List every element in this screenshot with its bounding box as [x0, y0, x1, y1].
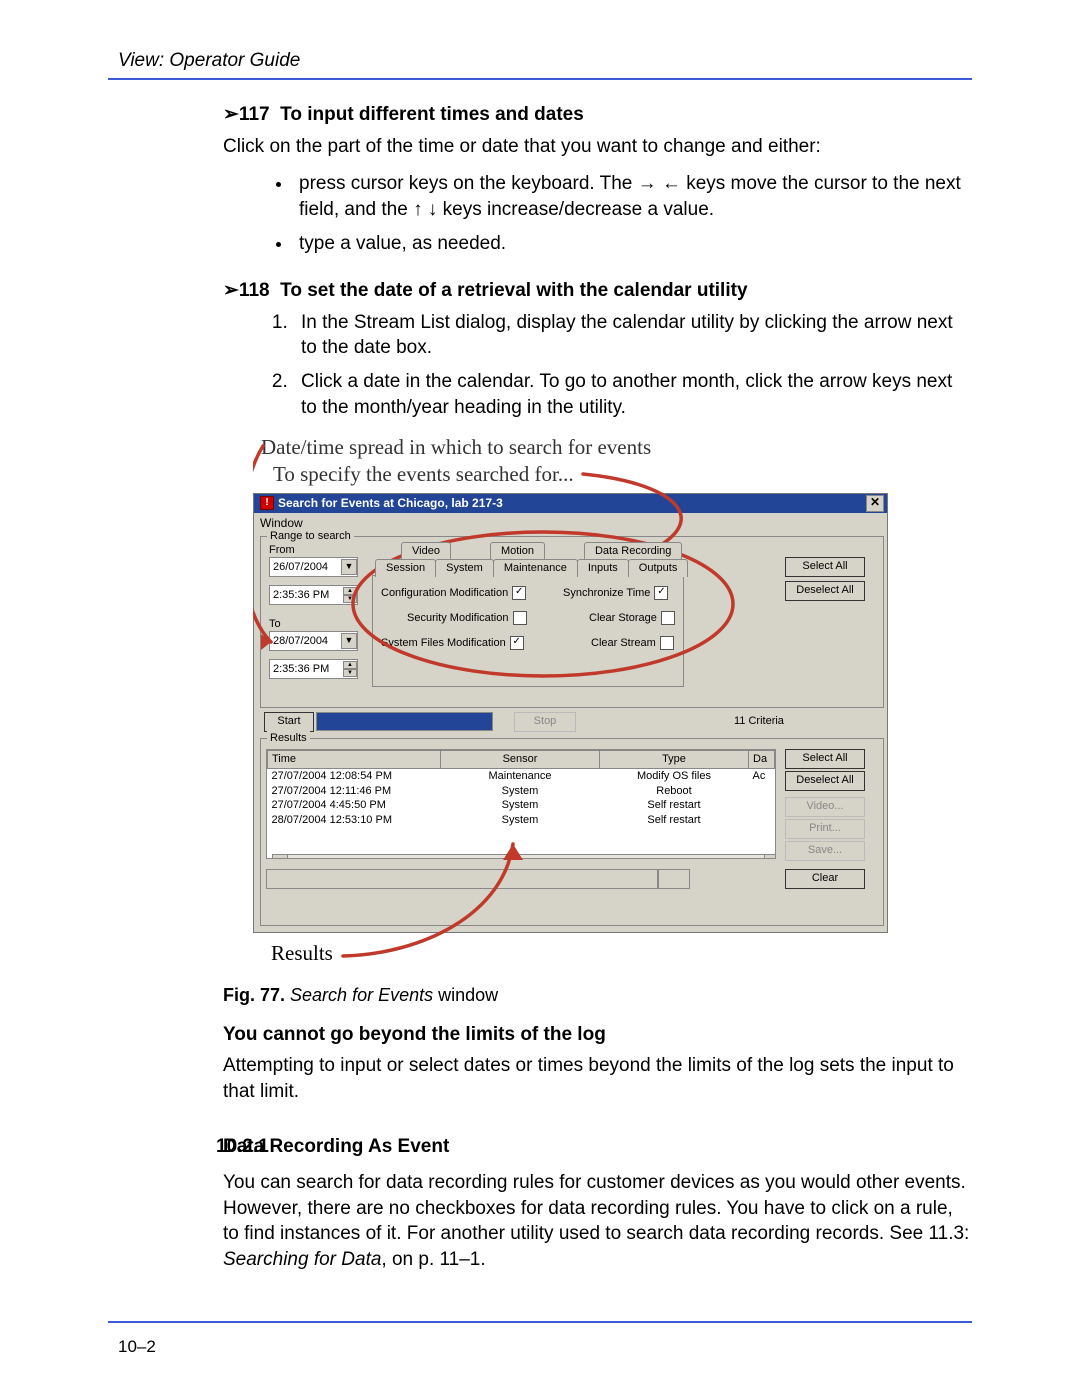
check-label: Clear Stream: [591, 636, 656, 651]
tab-session[interactable]: Session: [375, 559, 436, 577]
app-icon: !: [260, 496, 274, 510]
deselect-all-button[interactable]: Deselect All: [785, 581, 865, 601]
footer-rule: [108, 1321, 972, 1323]
section-number: 10.2.1: [216, 1134, 296, 1160]
header-rule: [108, 78, 972, 80]
criteria-count: 11 Criteria: [734, 714, 784, 729]
check-label: Synchronize Time: [563, 586, 650, 601]
results-clear[interactable]: Clear: [785, 869, 865, 889]
results-legend: Results: [267, 731, 310, 746]
titlebar: ! Search for Events at Chicago, lab 217-…: [254, 494, 887, 513]
fig-annotation-results: Results: [271, 939, 893, 967]
status-bar: [266, 869, 771, 919]
tab-data-recording[interactable]: Data Recording: [584, 542, 682, 560]
tab-outputs[interactable]: Outputs: [628, 559, 689, 577]
progress-bar: [316, 712, 493, 731]
from-label: From: [269, 543, 295, 558]
results-print[interactable]: Print...: [785, 819, 865, 839]
dropdown-icon[interactable]: ▼: [341, 633, 357, 649]
page-number: 10–2: [108, 1337, 972, 1357]
to-date-box[interactable]: 28/07/2004▼: [269, 631, 358, 651]
from-date-box[interactable]: 26/07/2004▼: [269, 557, 358, 577]
to-time-box[interactable]: 2:35:36 PM ▲▼: [269, 659, 358, 679]
tab-maintenance[interactable]: Maintenance: [493, 559, 578, 577]
limits-heading: You cannot go beyond the limits of the l…: [223, 1022, 972, 1048]
col-data[interactable]: Da: [749, 750, 775, 768]
window-title: Search for Events at Chicago, lab 217-3: [278, 495, 503, 511]
sec-118-steps: In the Stream List dialog, display the c…: [223, 310, 972, 421]
results-video[interactable]: Video...: [785, 797, 865, 817]
start-button[interactable]: Start: [264, 712, 314, 732]
spinner-up-icon[interactable]: ▲: [343, 661, 357, 669]
check-label: System Files Modification: [381, 636, 506, 651]
section-10-2-1-heading: 10.2.1 Data Recording As Event: [223, 1134, 972, 1160]
spinner-down-icon[interactable]: ▼: [343, 669, 357, 677]
range-legend: Range to search: [267, 529, 354, 544]
table-row[interactable]: 27/07/2004 4:45:50 PM System Self restar…: [268, 798, 775, 813]
check-label: Configuration Modification: [381, 586, 508, 601]
table-row[interactable]: 28/07/2004 12:53:10 PM System Self resta…: [268, 813, 775, 828]
fig-annotation-top2: To specify the events searched for...: [273, 461, 893, 487]
section-10-2-1-body: You can search for data recording rules …: [223, 1170, 972, 1273]
range-group: Range to search From 26/07/2004▼ 2:35:36…: [260, 536, 884, 708]
tab-motion[interactable]: Motion: [490, 542, 545, 560]
checkbox[interactable]: ✓: [654, 586, 668, 600]
page: View: Operator Guide ➢117 To input diffe…: [0, 0, 1080, 1397]
tab-video[interactable]: Video: [401, 542, 451, 560]
limits-body: Attempting to input or select dates or t…: [223, 1053, 972, 1104]
col-sensor[interactable]: Sensor: [441, 750, 600, 768]
spinner-up-icon[interactable]: ▲: [343, 587, 357, 595]
checkbox[interactable]: ✓: [510, 636, 524, 650]
col-type[interactable]: Type: [600, 750, 749, 768]
stop-button[interactable]: Stop: [514, 712, 576, 732]
checkbox[interactable]: [513, 611, 527, 625]
close-button[interactable]: ✕: [866, 495, 884, 512]
to-label: To: [269, 617, 281, 632]
col-time[interactable]: Time: [268, 750, 441, 768]
checkbox[interactable]: [660, 636, 674, 650]
content: ➢117 To input different times and dates …: [108, 102, 972, 1273]
results-select-all[interactable]: Select All: [785, 749, 865, 769]
check-label: Clear Storage: [589, 611, 657, 626]
bullet: type a value, as needed.: [293, 231, 972, 257]
scroll-left-icon[interactable]: ◄: [272, 854, 288, 859]
table-row[interactable]: 27/07/2004 12:08:54 PM Maintenance Modif…: [268, 768, 775, 783]
bullet: press cursor keys on the keyboard. The →…: [293, 171, 972, 222]
scroll-right-icon[interactable]: ►: [764, 854, 776, 859]
spinner-down-icon[interactable]: ▼: [343, 595, 357, 603]
fig-annotation-top1: Date/time spread in which to search for …: [261, 434, 893, 460]
dropdown-icon[interactable]: ▼: [341, 559, 357, 575]
horizontal-scrollbar[interactable]: ◄ ►: [272, 854, 776, 859]
results-deselect-all[interactable]: Deselect All: [785, 771, 865, 791]
step: In the Stream List dialog, display the c…: [293, 310, 972, 361]
step: Click a date in the calendar. To go to a…: [293, 369, 972, 420]
tab-system[interactable]: System: [435, 559, 494, 577]
tab-panel: Configuration Modification ✓ Security Mo…: [372, 575, 684, 687]
sec-118-heading: ➢118 To set the date of a retrieval with…: [223, 278, 972, 304]
dialog-window: ! Search for Events at Chicago, lab 217-…: [253, 493, 888, 933]
sec-117-intro: Click on the part of the time or date th…: [223, 134, 972, 160]
figure-77: Date/time spread in which to search for …: [253, 434, 893, 967]
table-row[interactable]: 27/07/2004 12:11:46 PM System Reboot: [268, 784, 775, 799]
check-label: Security Modification: [407, 611, 509, 626]
page-header: View: Operator Guide: [108, 50, 972, 72]
select-all-button[interactable]: Select All: [785, 557, 865, 577]
results-save[interactable]: Save...: [785, 841, 865, 861]
results-table[interactable]: Time Sensor Type Da 27/07/2004 12:08:54 …: [266, 749, 776, 859]
tab-inputs[interactable]: Inputs: [577, 559, 629, 577]
from-time-box[interactable]: 2:35:36 PM ▲▼: [269, 585, 358, 605]
sec-117-heading: ➢117 To input different times and dates: [223, 102, 972, 128]
checkbox[interactable]: ✓: [512, 586, 526, 600]
figure-caption: Fig. 77. Search for Events window: [223, 983, 972, 1007]
checkbox[interactable]: [661, 611, 675, 625]
results-group: Results Time Sensor Type Da 27/07/2004 1…: [260, 738, 884, 926]
sec-117-bullets: press cursor keys on the keyboard. The →…: [223, 171, 972, 256]
